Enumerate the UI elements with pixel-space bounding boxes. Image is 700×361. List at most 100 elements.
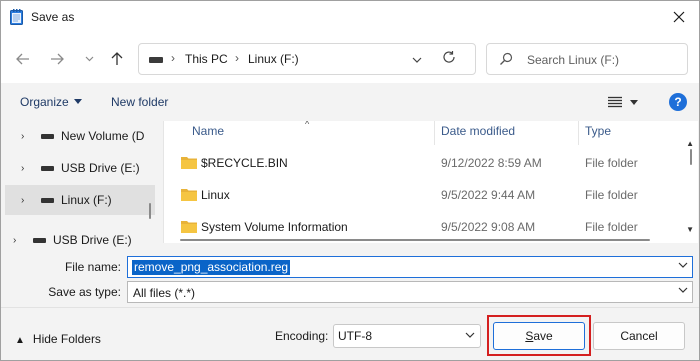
breadcrumb-linux[interactable]: Linux (F:) [248,52,299,66]
drive-icon [41,197,54,203]
save-button[interactable]: Save [493,322,585,350]
save-as-type-value: All files (*.*) [133,286,196,300]
navigation-pane: › New Volume (D › USB Drive (E:) › Linux… [1,121,159,247]
chevron-down-icon [678,287,688,293]
tree-item-label: New Volume (D [61,129,145,143]
scroll-down-icon[interactable]: ▼ [686,225,694,234]
file-row-recycle-bin[interactable]: $RECYCLE.BIN 9/12/2022 8:59 AM File fold… [164,147,684,177]
command-bar: Organize New folder ? [1,83,699,121]
address-dropdown-button[interactable] [412,52,422,66]
address-bar[interactable]: › This PC › Linux (F:) [138,43,476,75]
recent-locations-button[interactable] [78,48,100,70]
chevron-right-icon[interactable]: › [21,163,24,174]
drive-icon [41,165,54,171]
arrow-up-icon [111,52,123,65]
tree-item-linux[interactable]: › Linux (F:) [5,185,155,215]
file-date: 9/12/2022 8:59 AM [441,156,542,170]
organize-label: Organize [20,95,69,109]
encoding-value: UTF-8 [338,329,372,343]
folder-icon [181,157,197,169]
save-mnemonic: S [525,329,534,343]
tree-item-label: USB Drive (E:) [61,161,140,175]
filename-input[interactable]: remove_png_association.reg [132,260,291,275]
chevron-right-icon: › [235,51,239,65]
chevron-right-icon[interactable]: › [13,235,16,246]
encoding-label: Encoding: [275,329,329,343]
column-header-name[interactable]: Name [192,124,224,138]
chevron-down-icon [678,262,688,268]
file-row-system-volume-information[interactable]: System Volume Information 9/5/2022 9:08 … [164,211,684,241]
file-date: 9/5/2022 9:44 AM [441,188,536,202]
chevron-down-icon [85,56,93,62]
tree-item-label: Linux (F:) [61,193,112,207]
chevron-right-icon[interactable]: › [21,195,24,206]
refresh-icon [443,51,455,63]
horizontal-scrollbar-thumb[interactable] [180,239,650,241]
column-divider[interactable] [434,121,435,145]
window-title: Save as [31,10,75,24]
chevron-down-icon [412,57,422,63]
column-header-type[interactable]: Type [585,124,611,138]
folder-icon [181,189,197,201]
view-dropdown-button[interactable] [630,100,638,105]
chevron-right-icon: › [171,51,175,65]
file-name: $RECYCLE.BIN [201,156,288,170]
file-type: File folder [585,220,638,234]
hide-folders-button[interactable]: ▲ Hide Folders [15,332,101,346]
filename-dropdown-button[interactable] [678,259,688,271]
breadcrumb-this-pc[interactable]: This PC [185,52,228,66]
chevron-right-icon[interactable]: › [21,131,24,142]
search-input[interactable]: Search Linux (F:) [527,53,619,67]
search-icon [500,52,513,65]
title-bar: Save as [1,1,699,33]
file-type: File folder [585,188,638,202]
navigation-bar: › This PC › Linux (F:) Search Linux (F:) [1,33,699,83]
save-form: File name: remove_png_association.reg Sa… [1,247,699,307]
refresh-button[interactable] [442,50,456,67]
arrow-left-icon [16,53,29,65]
cancel-button[interactable]: Cancel [593,322,685,350]
tree-item-usb-drive[interactable]: › USB Drive (E:) [5,153,155,183]
chevron-up-icon: ▲ [15,335,25,346]
drive-icon [33,237,46,243]
tree-item-usb-drive-root[interactable]: › USB Drive (E:) [5,225,155,247]
back-button[interactable] [12,48,34,70]
save-as-dialog: Save as › This PC › Linux (F:) Search Li… [0,0,700,361]
arrow-right-icon [51,53,64,65]
file-name: System Volume Information [201,220,348,234]
drive-icon [149,57,163,63]
vertical-scrollbar-thumb[interactable] [690,149,692,165]
forward-button[interactable] [46,48,68,70]
view-options-icon[interactable] [608,96,622,108]
scroll-up-icon[interactable]: ▲ [686,139,694,148]
encoding-select[interactable]: UTF-8 [333,324,481,348]
tree-item-new-volume[interactable]: › New Volume (D [5,121,155,151]
notepad-icon [10,9,23,25]
file-list: ^ Name Date modified Type $RECYCLE.BIN 9… [163,121,698,243]
nav-pane-scrollbar[interactable] [149,203,151,219]
close-button[interactable] [667,5,691,29]
close-icon [673,11,685,23]
file-date: 9/5/2022 9:08 AM [441,220,536,234]
encoding-dropdown-button[interactable] [465,329,475,341]
new-folder-button[interactable]: New folder [111,95,168,109]
column-divider[interactable] [578,121,579,145]
tree-item-label: USB Drive (E:) [53,233,132,247]
column-header-date[interactable]: Date modified [441,124,515,138]
sort-ascending-icon: ^ [305,121,310,129]
save-as-type-select[interactable]: All files (*.*) [127,281,693,303]
question-mark-icon: ? [674,95,682,109]
save-as-type-label: Save as type: [48,285,121,299]
save-label: ave [533,329,553,343]
save-as-type-dropdown-button[interactable] [678,284,688,296]
hide-folders-label: Hide Folders [32,332,101,346]
search-box[interactable]: Search Linux (F:) [486,43,688,75]
bottom-bar: ▲ Hide Folders Encoding: UTF-8 Save Cance… [1,307,699,360]
help-button[interactable]: ? [669,93,687,111]
up-button[interactable] [106,48,128,70]
file-name: Linux [201,188,230,202]
file-row-linux[interactable]: Linux 9/5/2022 9:44 AM File folder [164,179,684,209]
caret-down-icon [73,99,82,104]
filename-field[interactable]: remove_png_association.reg [127,256,693,278]
organize-button[interactable]: Organize [20,95,82,109]
